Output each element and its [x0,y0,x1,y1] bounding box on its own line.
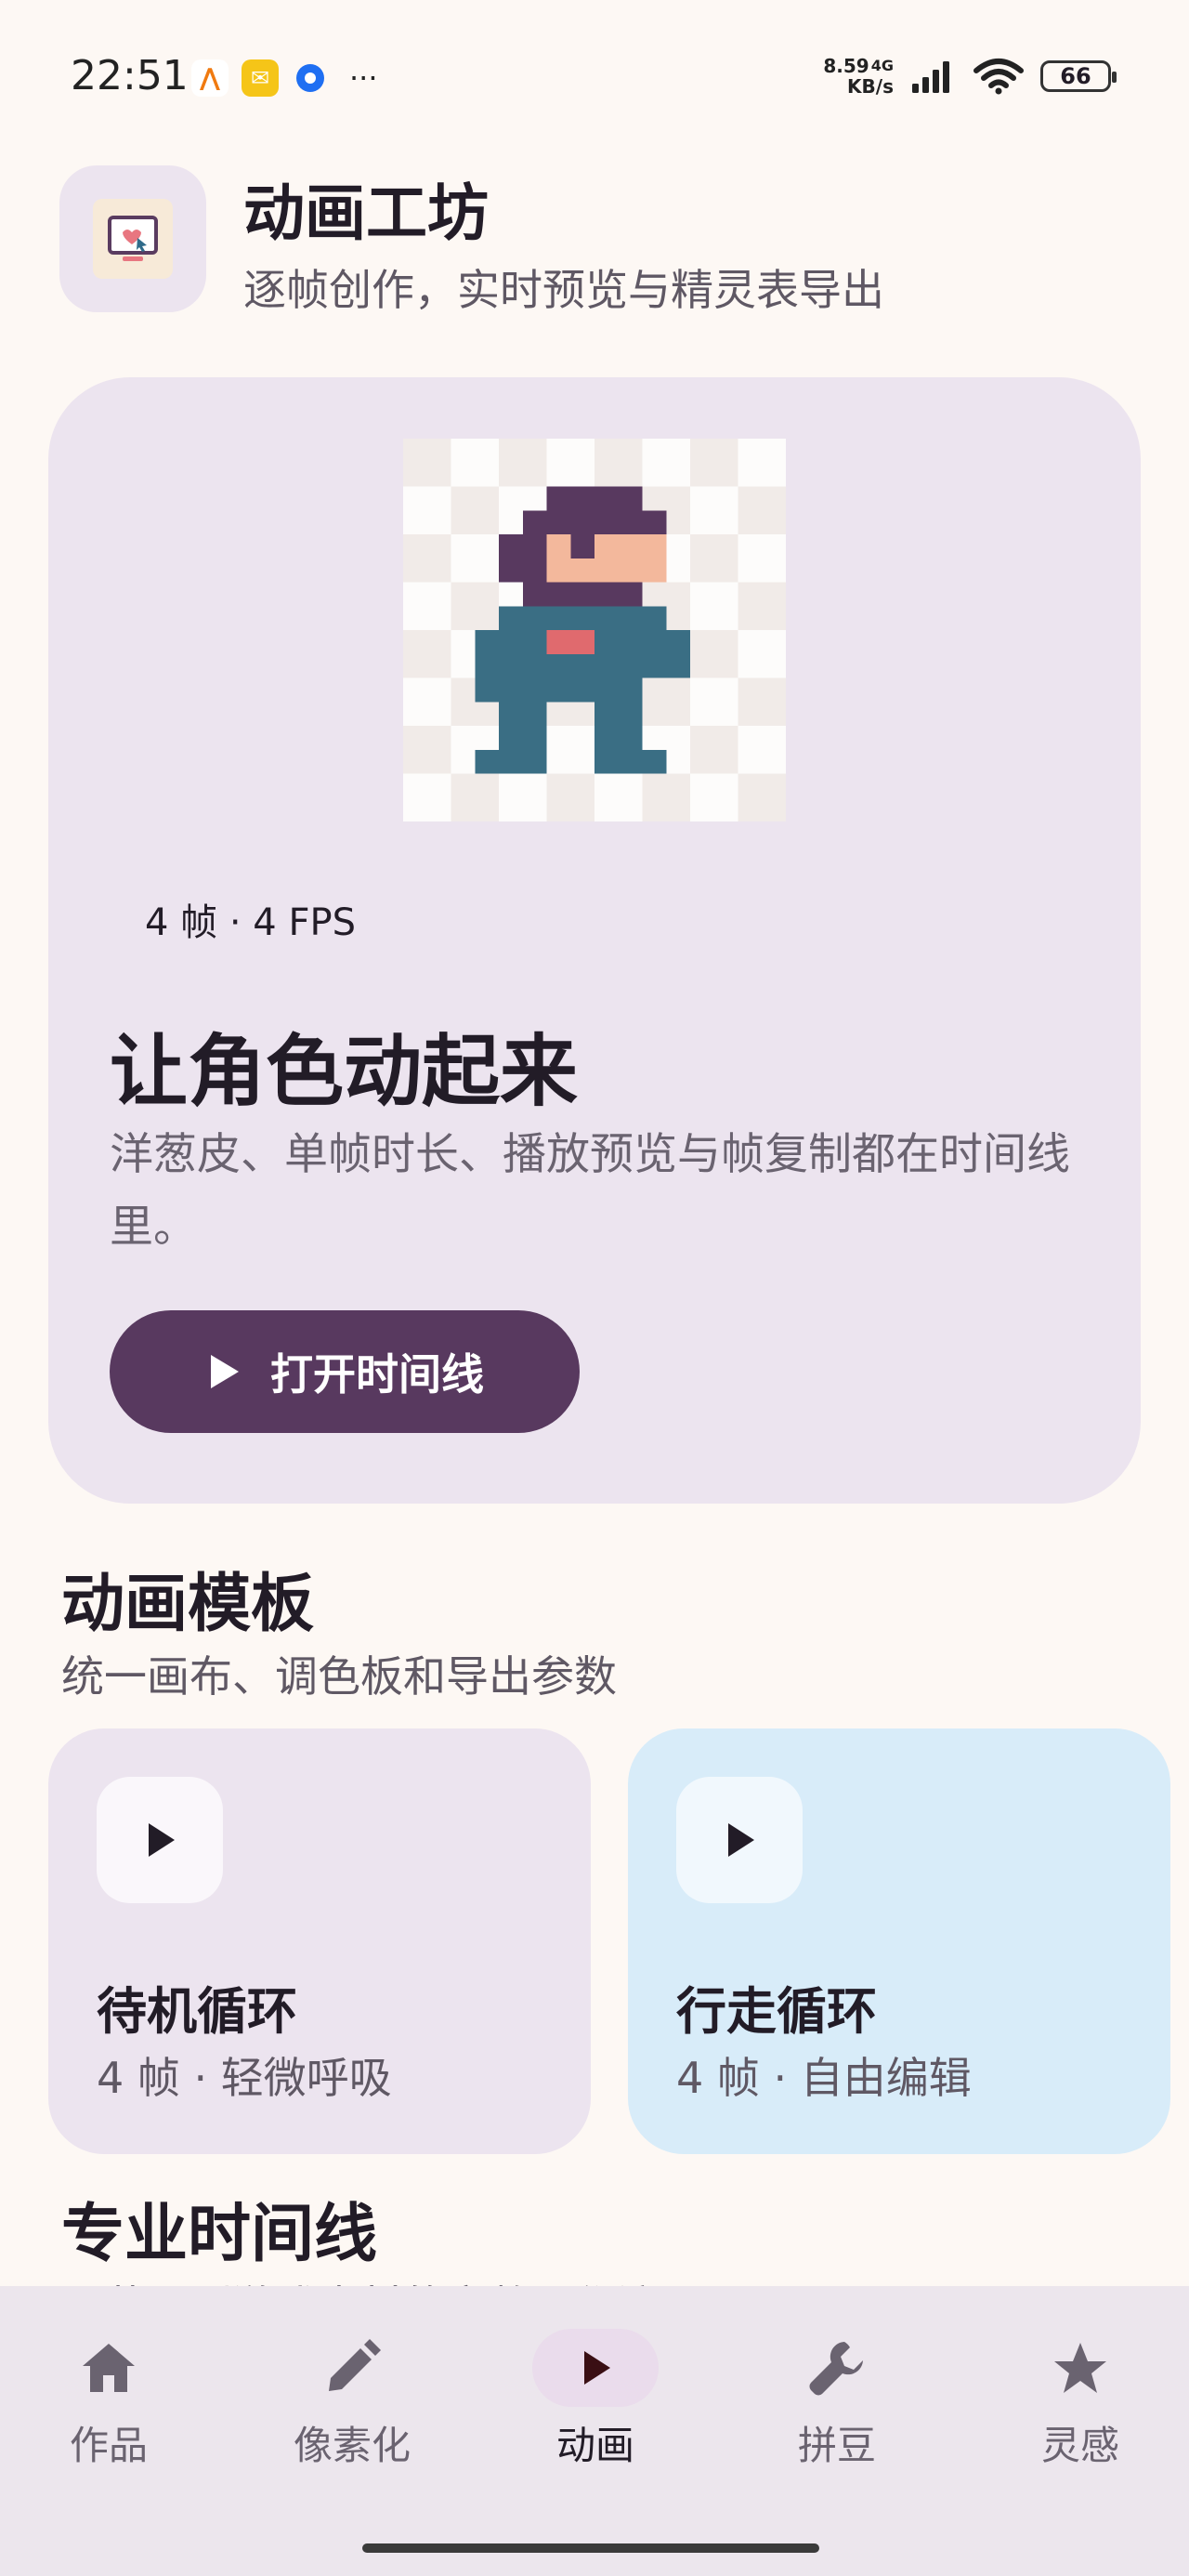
play-icon [97,1777,223,1903]
battery-icon: 66 [1040,60,1117,92]
hero-description: 洋葱皮、单帧时长、播放预览与帧复制都在时间线里。 [110,1129,1070,1253]
signal-icon [912,61,949,93]
open-timeline-button[interactable]: 打开时间线 [110,1310,580,1433]
nav-item-pixelate[interactable]: 像素化 [245,2329,459,2471]
nav-item-inspiration[interactable]: 灵感 [973,2329,1187,2471]
status-time: 22:51 [71,52,189,99]
template-card-idle[interactable]: 待机循环 4 帧 · 轻微呼吸 [48,1728,591,2154]
status-bar: 22:51 ⋀ ✉ ··· 8.59 4G KB/s 66 [0,0,1189,139]
app-logo [59,165,206,312]
nav-item-works[interactable]: 作品 [2,2329,216,2471]
play-icon [532,2329,659,2407]
page-title: 动画工坊 [243,177,489,249]
template-name: 行走循环 [676,1982,877,2041]
wrench-icon [774,2329,900,2407]
nav-item-animation[interactable]: 动画 [489,2329,702,2471]
home-icon [46,2329,172,2407]
templates-title: 动画模板 [61,1568,315,1641]
nav-label: 作品 [69,2423,148,2468]
net-speed: 8.59 4G KB/s [823,55,894,98]
nav-label: 动画 [555,2423,634,2468]
frames-fps-label: 4 帧 · 4 FPS [145,901,356,944]
open-timeline-label: 打开时间线 [270,1349,484,1400]
nav-label: 像素化 [293,2423,411,2468]
pro-timeline-title: 专业时间线 [61,2198,378,2271]
home-indicator[interactable] [362,2543,819,2553]
template-name: 待机循环 [97,1982,297,2041]
notification-icons: ⋀ ✉ ··· [191,59,378,97]
bottom-navigation: 作品 像素化 动画 拼豆 灵感 [0,2286,1189,2576]
status-right: 8.59 4G KB/s 66 [823,55,1117,98]
page-subtitle: 逐帧创作，实时预览与精灵表导出 [243,265,884,315]
more-notifications-icon: ··· [349,60,378,96]
hero-title: 让角色动起来 [110,1026,579,1117]
aliyun-icon: ⋀ [191,59,229,97]
browser-icon [292,59,329,97]
template-card-walk[interactable]: 行走循环 4 帧 · 自由编辑 [628,1728,1170,2154]
play-icon [211,1355,239,1388]
mail-icon: ✉ [242,59,279,97]
template-info: 4 帧 · 自由编辑 [676,2053,972,2103]
nav-label: 灵感 [1040,2423,1119,2468]
animation-preview [403,439,786,821]
pencil-icon [289,2329,415,2407]
monitor-icon [93,199,173,279]
star-icon [1017,2329,1143,2407]
play-icon [676,1777,803,1903]
wifi-icon [973,59,1024,95]
nav-item-perler[interactable]: 拼豆 [730,2329,944,2471]
templates-subtitle: 统一画布、调色板和导出参数 [61,1651,617,1702]
template-info: 4 帧 · 轻微呼吸 [97,2053,392,2103]
nav-label: 拼豆 [797,2423,876,2468]
hero-card[interactable]: 4 帧 · 4 FPS 让角色动起来 洋葱皮、单帧时长、播放预览与帧复制都在时间… [48,377,1141,1504]
